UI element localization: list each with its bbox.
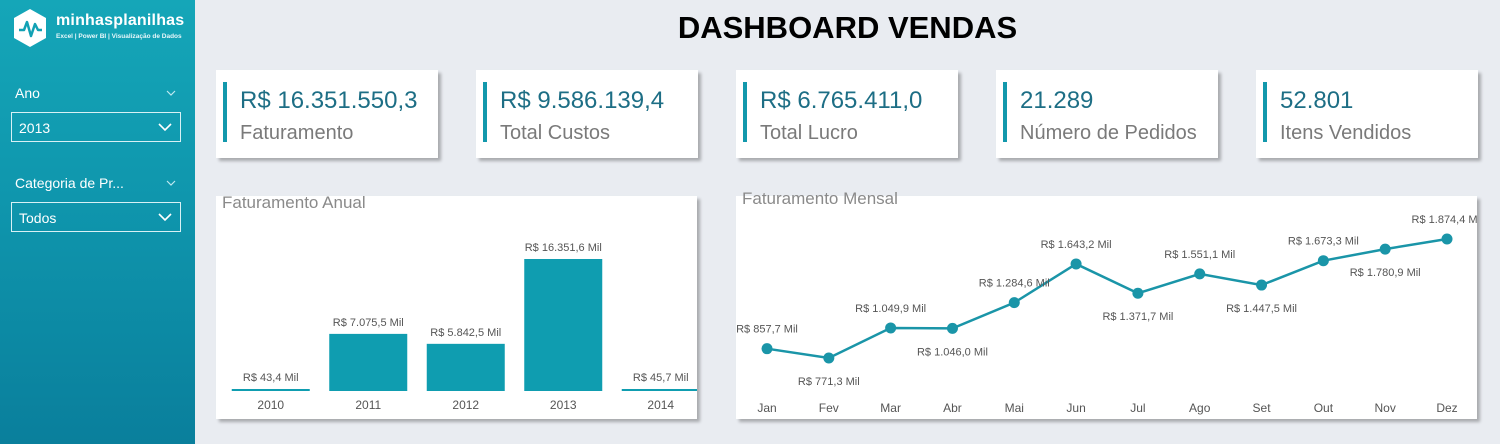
kpi-value: R$ 9.586.139,4	[500, 87, 665, 114]
point-data-label: R$ 1.780,9 Mil	[1350, 267, 1421, 279]
kpi-card-faturamento[interactable]: R$ 16.351.550,3 Faturamento	[216, 70, 438, 158]
point-data-label: R$ 1.643,2 Mil	[1041, 239, 1112, 251]
point-data-label: R$ 1.551,1 Mil	[1164, 249, 1235, 261]
bar-data-label: R$ 16.351,6 Mil	[525, 242, 602, 254]
bar-data-label: R$ 7.075,5 Mil	[333, 317, 404, 329]
kpi-accent-bar	[483, 82, 487, 142]
chevron-down-icon[interactable]	[166, 88, 176, 98]
x-tick-label: Abr	[943, 401, 962, 415]
x-tick-label: 2014	[647, 398, 674, 412]
faturamento-anual-chart[interactable]: Faturamento Anual R$ 43,4 Mil 2010 R$ 7.07…	[216, 193, 697, 419]
chevron-down-icon[interactable]	[166, 178, 176, 188]
categoria-filter-label: Categoria de Pr...	[15, 175, 124, 191]
point-data-label: R$ 1.046,0 Mil	[917, 346, 988, 358]
ano-filter-label: Ano	[15, 85, 40, 101]
x-tick-label: Jul	[1130, 401, 1145, 415]
kpi-accent-bar	[223, 82, 227, 142]
bar-data-label: R$ 5.842,5 Mil	[430, 327, 501, 339]
kpi-label: Faturamento	[240, 122, 354, 144]
x-tick-label: Mai	[1005, 401, 1024, 415]
data-point-Mar[interactable]	[885, 322, 897, 334]
bar-2010[interactable]	[231, 389, 310, 391]
kpi-card-total-lucro[interactable]: R$ 6.765.411,0 Total Lucro	[736, 70, 958, 158]
x-tick-label: Mar	[880, 401, 901, 415]
point-data-label: R$ 1.874,4 Mil	[1412, 214, 1477, 226]
kpi-value: 21.289	[1020, 87, 1094, 114]
bar-chart-svg: R$ 43,4 Mil 2010 R$ 7.075,5 Mil 2011 R$ 5.84…	[231, 242, 697, 412]
data-point-Abr[interactable]	[946, 322, 958, 334]
x-tick-label: Jan	[757, 401, 776, 415]
kpi-label: Total Custos	[500, 122, 611, 144]
data-point-Mai[interactable]	[1008, 297, 1020, 309]
kpi-accent-bar	[1263, 82, 1267, 142]
bar-data-label: R$ 43,4 Mil	[243, 372, 299, 384]
kpi-value: R$ 6.765.411,0	[760, 87, 923, 114]
data-point-Fev[interactable]	[823, 352, 835, 364]
series-line	[766, 237, 1448, 360]
brand-logo: minhasplanilhas Excel | Power BI | Visua…	[12, 8, 192, 48]
page-title: DASHBOARD VENDAS	[677, 10, 1018, 45]
kpi-accent-bar	[743, 82, 747, 142]
kpi-card-itens-vendidos[interactable]: 52.801 Itens Vendidos	[1256, 70, 1478, 158]
bar-2012[interactable]	[426, 343, 505, 391]
data-point-Dez[interactable]	[1441, 233, 1453, 245]
x-tick-label: 2010	[257, 398, 284, 412]
x-tick-label: Fev	[819, 401, 839, 415]
x-tick-label: 2011	[355, 398, 381, 412]
x-tick-label: Nov	[1375, 401, 1396, 415]
bar-2011[interactable]	[329, 333, 408, 391]
x-tick-label: 2012	[452, 398, 479, 412]
point-data-label: R$ 1.371,7 Mil	[1102, 311, 1173, 323]
data-point-Jul[interactable]	[1132, 287, 1144, 299]
chevron-down-icon	[158, 123, 172, 132]
x-tick-label: Out	[1314, 401, 1334, 415]
kpi-label: Itens Vendidos	[1280, 122, 1412, 144]
point-data-label: R$ 857,7 Mil	[736, 324, 798, 336]
point-data-label: R$ 1.049,9 Mil	[855, 303, 926, 315]
x-tick-label: Set	[1253, 401, 1272, 415]
point-data-label: R$ 1.673,3 Mil	[1288, 236, 1359, 248]
categoria-dropdown-value: Todos	[19, 210, 57, 226]
kpi-accent-bar	[1003, 82, 1007, 142]
x-tick-label: Jun	[1066, 401, 1085, 415]
faturamento-mensal-chart[interactable]: Faturamento Mensal R$ 857,7 Mil Jan R$ 771…	[736, 189, 1477, 419]
kpi-value: R$ 16.351.550,3	[240, 87, 418, 114]
x-tick-label: Ago	[1189, 401, 1211, 415]
chevron-down-icon	[158, 213, 172, 222]
kpi-label: Total Lucro	[760, 122, 858, 144]
x-tick-label: Dez	[1436, 401, 1457, 415]
point-data-label: R$ 1.284,6 Mil	[979, 278, 1050, 290]
logo-name: minhasplanilhas	[56, 12, 185, 29]
data-point-Set[interactable]	[1256, 279, 1268, 291]
logo-tagline: Excel | Power BI | Visualização de Dados	[56, 33, 182, 40]
data-point-Jun[interactable]	[1070, 258, 1082, 270]
bar-2013[interactable]	[524, 259, 603, 391]
data-point-Nov[interactable]	[1379, 243, 1391, 255]
filter-sidebar: minhasplanilhas Excel | Power BI | Visua…	[0, 0, 195, 444]
point-data-label: R$ 771,3 Mil	[798, 376, 860, 388]
kpi-label: Número de Pedidos	[1020, 122, 1197, 144]
ano-dropdown-value: 2013	[19, 120, 51, 136]
kpi-card-total-custos[interactable]: R$ 9.586.139,4 Total Custos	[476, 70, 698, 158]
data-point-Jan[interactable]	[761, 343, 773, 355]
data-point-Out[interactable]	[1317, 255, 1329, 267]
ano-dropdown[interactable]: 2013	[11, 112, 181, 142]
line-chart-svg: R$ 857,7 Mil Jan R$ 771,3 Mil Fev R$ 1.049,9…	[736, 214, 1477, 415]
data-point-Ago[interactable]	[1194, 268, 1206, 280]
bar-2014[interactable]	[621, 389, 697, 391]
categoria-dropdown[interactable]: Todos	[11, 202, 181, 232]
logo-hexagon-icon	[14, 9, 46, 47]
point-data-label: R$ 1.447,5 Mil	[1226, 303, 1297, 315]
x-tick-label: 2013	[550, 398, 577, 412]
kpi-value: 52.801	[1280, 87, 1354, 114]
kpi-card-numero-pedidos[interactable]: 21.289 Número de Pedidos	[996, 70, 1218, 158]
bar-data-label: R$ 45,7 Mil	[633, 372, 689, 384]
